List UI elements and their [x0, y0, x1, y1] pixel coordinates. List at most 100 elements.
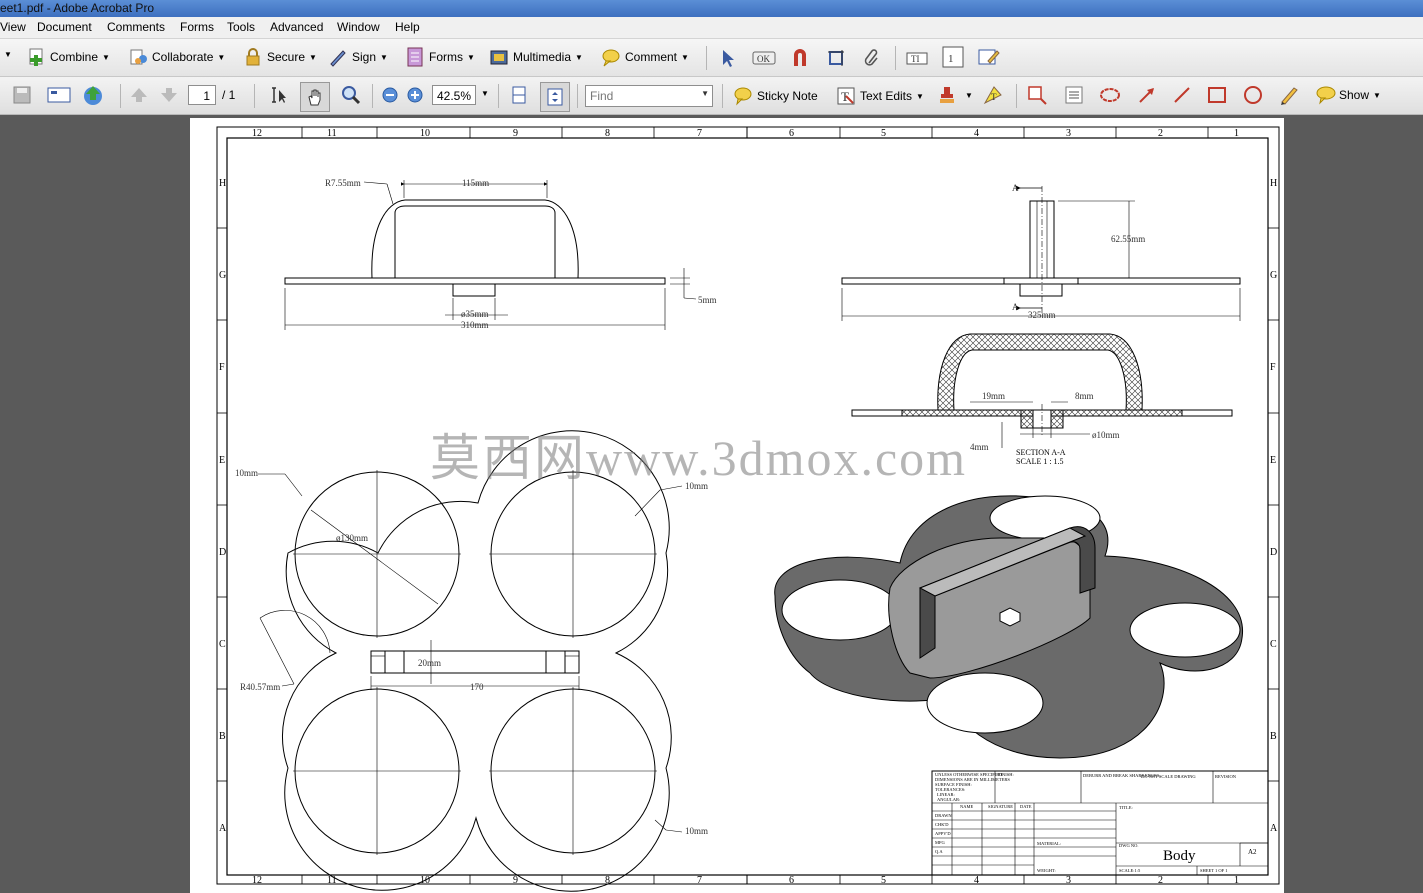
oval-tool-button[interactable]: [1243, 85, 1267, 105]
pencil-icon: [1279, 85, 1299, 105]
col-label: 5: [881, 128, 886, 139]
ok-button-tool[interactable]: OK: [752, 48, 776, 68]
forms-button[interactable]: Forms ▼: [405, 47, 475, 67]
menu-tools[interactable]: Tools: [227, 20, 255, 34]
tb-qa: Q.A: [935, 849, 943, 854]
collaborate-label: Collaborate: [152, 50, 214, 64]
save-button[interactable]: [12, 85, 36, 105]
menu-help[interactable]: Help: [395, 20, 420, 34]
find-input[interactable]: Find ▼: [585, 85, 713, 107]
crop-icon: [826, 48, 846, 68]
link-tool-button[interactable]: [790, 48, 814, 68]
previous-page-button[interactable]: [129, 85, 153, 105]
email-button[interactable]: [47, 85, 71, 105]
dim-20: 20mm: [418, 658, 441, 668]
col-label: 6: [789, 128, 794, 139]
multimedia-button[interactable]: Multimedia ▼: [489, 47, 583, 67]
highlight-text-button[interactable]: T: [982, 84, 1006, 105]
show-comments-button[interactable]: Show ▼: [1315, 85, 1381, 105]
ok-icon: OK: [752, 48, 776, 68]
text-field-tool-button[interactable]: TI: [906, 48, 930, 68]
secure-label: Secure: [267, 50, 306, 64]
comment-button[interactable]: Comment ▼: [601, 47, 689, 67]
pencil-tool-button[interactable]: [1279, 85, 1303, 105]
collaborate-button[interactable]: Collaborate ▼: [128, 47, 225, 67]
part-name: Body: [1163, 848, 1196, 864]
arrow-down-icon: [159, 85, 179, 105]
email-icon: [47, 85, 71, 105]
hand-icon: [305, 87, 325, 107]
text-edits-button[interactable]: T Text Edits ▼: [836, 86, 924, 106]
select-text-tool[interactable]: [268, 85, 292, 105]
cloud-tool-button[interactable]: [1099, 85, 1123, 105]
tb-name: NAME: [960, 804, 974, 809]
scrolling-mode-button[interactable]: [509, 85, 533, 105]
scroll-pages-icon: [509, 85, 529, 105]
col-label: 3: [1066, 128, 1071, 139]
text-edits-label: Text Edits: [860, 89, 913, 103]
dim-10-dia: ø10mm: [1092, 430, 1120, 440]
col-label: 7: [697, 128, 702, 139]
svg-text:1: 1: [948, 53, 954, 65]
title-block: [931, 770, 1269, 876]
select-tool-button[interactable]: [718, 48, 742, 68]
dim-19: 19mm: [982, 391, 1005, 401]
zoom-dropdown[interactable]: ▼: [477, 89, 489, 98]
magnet-icon: [790, 48, 810, 68]
dim-8: 8mm: [1075, 391, 1094, 401]
page-number-input[interactable]: 1: [188, 85, 216, 105]
col-label: 1: [1234, 875, 1239, 886]
front-view: [284, 180, 697, 330]
form-field-tool-button[interactable]: 1: [942, 46, 966, 68]
edit-form-button[interactable]: [978, 47, 1002, 67]
upload-button[interactable]: [82, 84, 106, 105]
zoom-in-button[interactable]: [406, 86, 430, 106]
next-page-button[interactable]: [159, 85, 183, 105]
text-edits-icon: T: [836, 86, 856, 106]
line-tool-button[interactable]: [1172, 85, 1196, 105]
rectangle-tool-button[interactable]: [1207, 85, 1231, 105]
callout-tool-button[interactable]: [1027, 85, 1051, 105]
menu-bar: View Document Comments Forms Tools Advan…: [0, 17, 1423, 39]
hand-tool[interactable]: [300, 82, 330, 112]
tb-title: TITLE:: [1119, 805, 1133, 810]
combine-icon: [26, 47, 46, 67]
overflow-dropdown[interactable]: ▼: [0, 50, 12, 59]
form-icon: [405, 47, 425, 67]
dim-4: 4mm: [970, 442, 989, 452]
menu-advanced[interactable]: Advanced: [270, 20, 323, 34]
row-label: C: [1270, 639, 1277, 650]
tb-mfg: MFG: [935, 840, 946, 845]
arrow-tool-button[interactable]: [1137, 85, 1161, 105]
secure-button[interactable]: Secure ▼: [243, 47, 317, 67]
zoom-level-input[interactable]: 42.5%: [432, 85, 476, 105]
save-icon: [12, 85, 32, 105]
menu-document[interactable]: Document: [37, 20, 92, 34]
menu-window[interactable]: Window: [337, 20, 380, 34]
dim-130: ø130mm: [336, 533, 368, 543]
chevron-down-icon: ▼: [701, 89, 709, 98]
text-box-tool-button[interactable]: [1064, 85, 1088, 105]
paperclip-icon: [862, 48, 882, 68]
stamp-button[interactable]: ▼: [937, 85, 973, 105]
top-view: [258, 430, 683, 892]
zoom-out-button[interactable]: [381, 86, 405, 106]
combine-button[interactable]: Combine ▼: [26, 47, 110, 67]
attach-tool-button[interactable]: [862, 48, 886, 68]
text-cursor-icon: [268, 85, 288, 105]
fit-page-button[interactable]: [540, 82, 570, 112]
stamp-icon: [937, 85, 957, 105]
menu-view[interactable]: View: [0, 20, 26, 34]
oval-icon: [1243, 85, 1263, 105]
zoom-marquee-tool[interactable]: [340, 84, 364, 105]
menu-forms[interactable]: Forms: [180, 20, 214, 34]
crop-tool-button[interactable]: [826, 48, 850, 68]
row-label: D: [1270, 547, 1277, 558]
arrow-line-icon: [1137, 85, 1157, 105]
chevron-down-icon: ▼: [481, 89, 489, 98]
sign-button[interactable]: Sign ▼: [328, 47, 388, 67]
sticky-note-button[interactable]: Sticky Note: [733, 86, 818, 106]
menu-comments[interactable]: Comments: [107, 20, 165, 34]
col-label: 4: [974, 128, 979, 139]
tb-sheet: SHEET 1 OF 1: [1200, 868, 1228, 873]
